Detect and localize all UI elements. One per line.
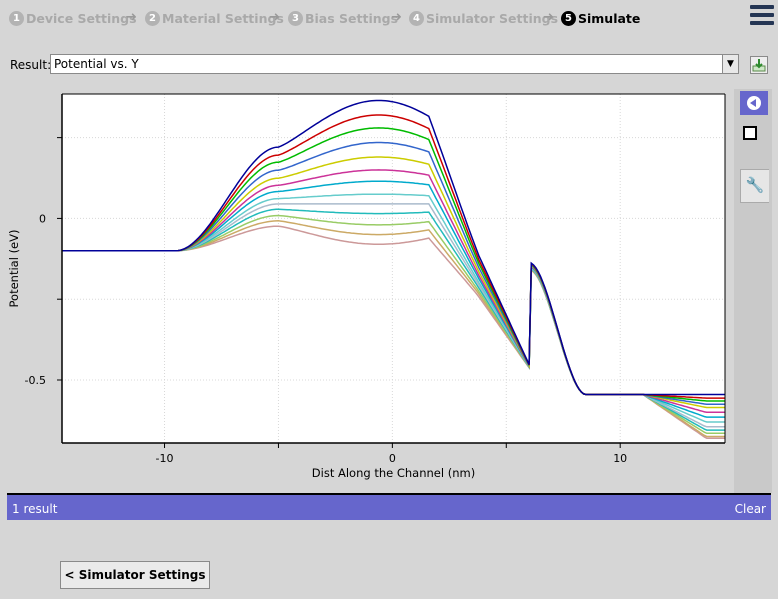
step-number-badge: 5 xyxy=(561,10,576,26)
step-label: Bias Settings xyxy=(305,10,399,26)
step-simulate[interactable]: 5 Simulate xyxy=(561,9,640,27)
plot-background xyxy=(62,94,725,443)
x-axis-title: Dist Along the Channel (nm) xyxy=(312,466,475,480)
step-number-badge: 1 xyxy=(9,10,24,26)
x-tick-label: 0 xyxy=(389,452,396,465)
x-tick-label: -10 xyxy=(156,452,174,465)
y-tick-label: -0.5 xyxy=(25,374,46,387)
y-tick-label: 0 xyxy=(39,212,46,225)
step-number-badge: 3 xyxy=(288,10,303,26)
arrow-right-icon: ➜ xyxy=(126,10,137,25)
plot-toolbar: 🔧 xyxy=(734,89,772,493)
arrow-right-icon: ➜ xyxy=(269,10,280,25)
plot-area[interactable]: -10 0 10 0 -0.5 Dist Along the Channel (nm) Po… xyxy=(7,89,731,491)
chevron-down-icon[interactable]: ▼ xyxy=(722,55,738,73)
step-material-settings[interactable]: 2 Material Settings xyxy=(145,9,284,27)
square-icon[interactable] xyxy=(743,126,757,140)
play-back-icon[interactable] xyxy=(740,91,768,115)
result-select-value: Potential vs. Y xyxy=(54,57,139,71)
wrench-icon[interactable]: 🔧 xyxy=(740,169,769,203)
y-axis-title: Potential (eV) xyxy=(8,230,21,308)
potential-chart: -10 0 10 0 -0.5 Dist Along the Channel (nm) Po… xyxy=(7,93,726,480)
result-label: Result: xyxy=(10,58,52,72)
result-count: 1 result xyxy=(12,502,58,516)
step-number-badge: 2 xyxy=(145,10,160,26)
wizard-steps: 1 Device Settings ➜ 2 Material Settings … xyxy=(0,0,778,36)
results-status-bar: 1 result Clear xyxy=(7,493,771,520)
step-label: Material Settings xyxy=(162,10,284,26)
step-simulator-settings[interactable]: 4 Simulator Settings xyxy=(409,9,558,27)
step-label: Device Settings xyxy=(26,10,137,26)
step-number-badge: 4 xyxy=(409,10,424,26)
result-select[interactable]: Potential vs. Y ▼ xyxy=(50,54,739,74)
hamburger-menu-icon[interactable] xyxy=(750,5,774,29)
x-tick-label: 10 xyxy=(613,452,627,465)
step-bias-settings[interactable]: 3 Bias Settings xyxy=(288,9,398,27)
step-label: Simulate xyxy=(578,10,641,26)
step-device-settings[interactable]: 1 Device Settings xyxy=(9,9,137,27)
arrow-right-icon: ➜ xyxy=(543,10,554,25)
download-icon[interactable] xyxy=(750,56,768,74)
arrow-right-icon: ➜ xyxy=(391,10,402,25)
back-to-simulator-settings-button[interactable]: < Simulator Settings xyxy=(60,561,210,589)
step-label: Simulator Settings xyxy=(426,10,559,26)
clear-link[interactable]: Clear xyxy=(735,502,766,516)
